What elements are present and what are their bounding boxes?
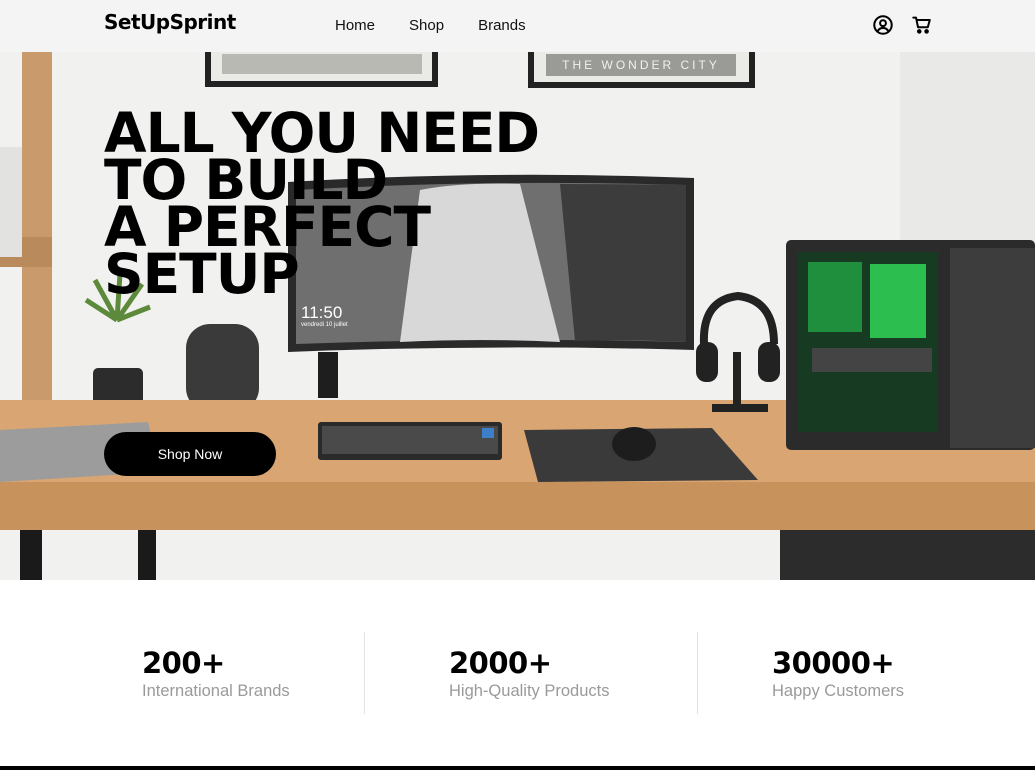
stat-label: Happy Customers bbox=[772, 682, 905, 700]
stat-products: 2000+ High-Quality Products bbox=[449, 646, 609, 702]
monitor-time: 11:50 bbox=[301, 303, 342, 322]
stat-label: International Brands bbox=[142, 682, 290, 700]
hero-banner: THE WONDER CITY 11:50 vendredi 10 juille… bbox=[0, 52, 1035, 580]
user-circle-icon[interactable] bbox=[872, 14, 894, 36]
stats-section: 200+ International Brands 2000+ High-Qua… bbox=[0, 580, 1035, 766]
shop-now-button[interactable]: Shop Now bbox=[104, 432, 276, 476]
stat-label: High-Quality Products bbox=[449, 682, 610, 700]
poster-text: THE WONDER CITY bbox=[562, 58, 720, 72]
nav-shop-link[interactable]: Shop bbox=[409, 17, 444, 34]
shopping-cart-icon[interactable] bbox=[911, 14, 933, 36]
stat-value: 2000+ bbox=[449, 646, 552, 680]
stat-brands: 200+ International Brands bbox=[142, 646, 290, 702]
logo[interactable]: SetUpSprint bbox=[104, 10, 236, 34]
site-header: SetUpSprint Home Shop Brands bbox=[0, 0, 1035, 52]
stat-customers: 30000+ Happy Customers bbox=[772, 646, 904, 702]
hero-headline: ALL YOU NEED TO BUILD A PERFECT SETUP bbox=[104, 106, 604, 302]
monitor-date: vendredi 10 juillet bbox=[301, 322, 348, 328]
stat-divider bbox=[364, 632, 365, 714]
stat-value: 30000+ bbox=[772, 646, 895, 680]
stat-divider bbox=[697, 632, 698, 714]
nav-home-link[interactable]: Home bbox=[335, 17, 375, 34]
page-bottom-border bbox=[0, 766, 1035, 770]
main-nav: Home Shop Brands bbox=[335, 17, 560, 34]
stat-value: 200+ bbox=[142, 646, 225, 680]
nav-brands-link[interactable]: Brands bbox=[478, 17, 526, 34]
